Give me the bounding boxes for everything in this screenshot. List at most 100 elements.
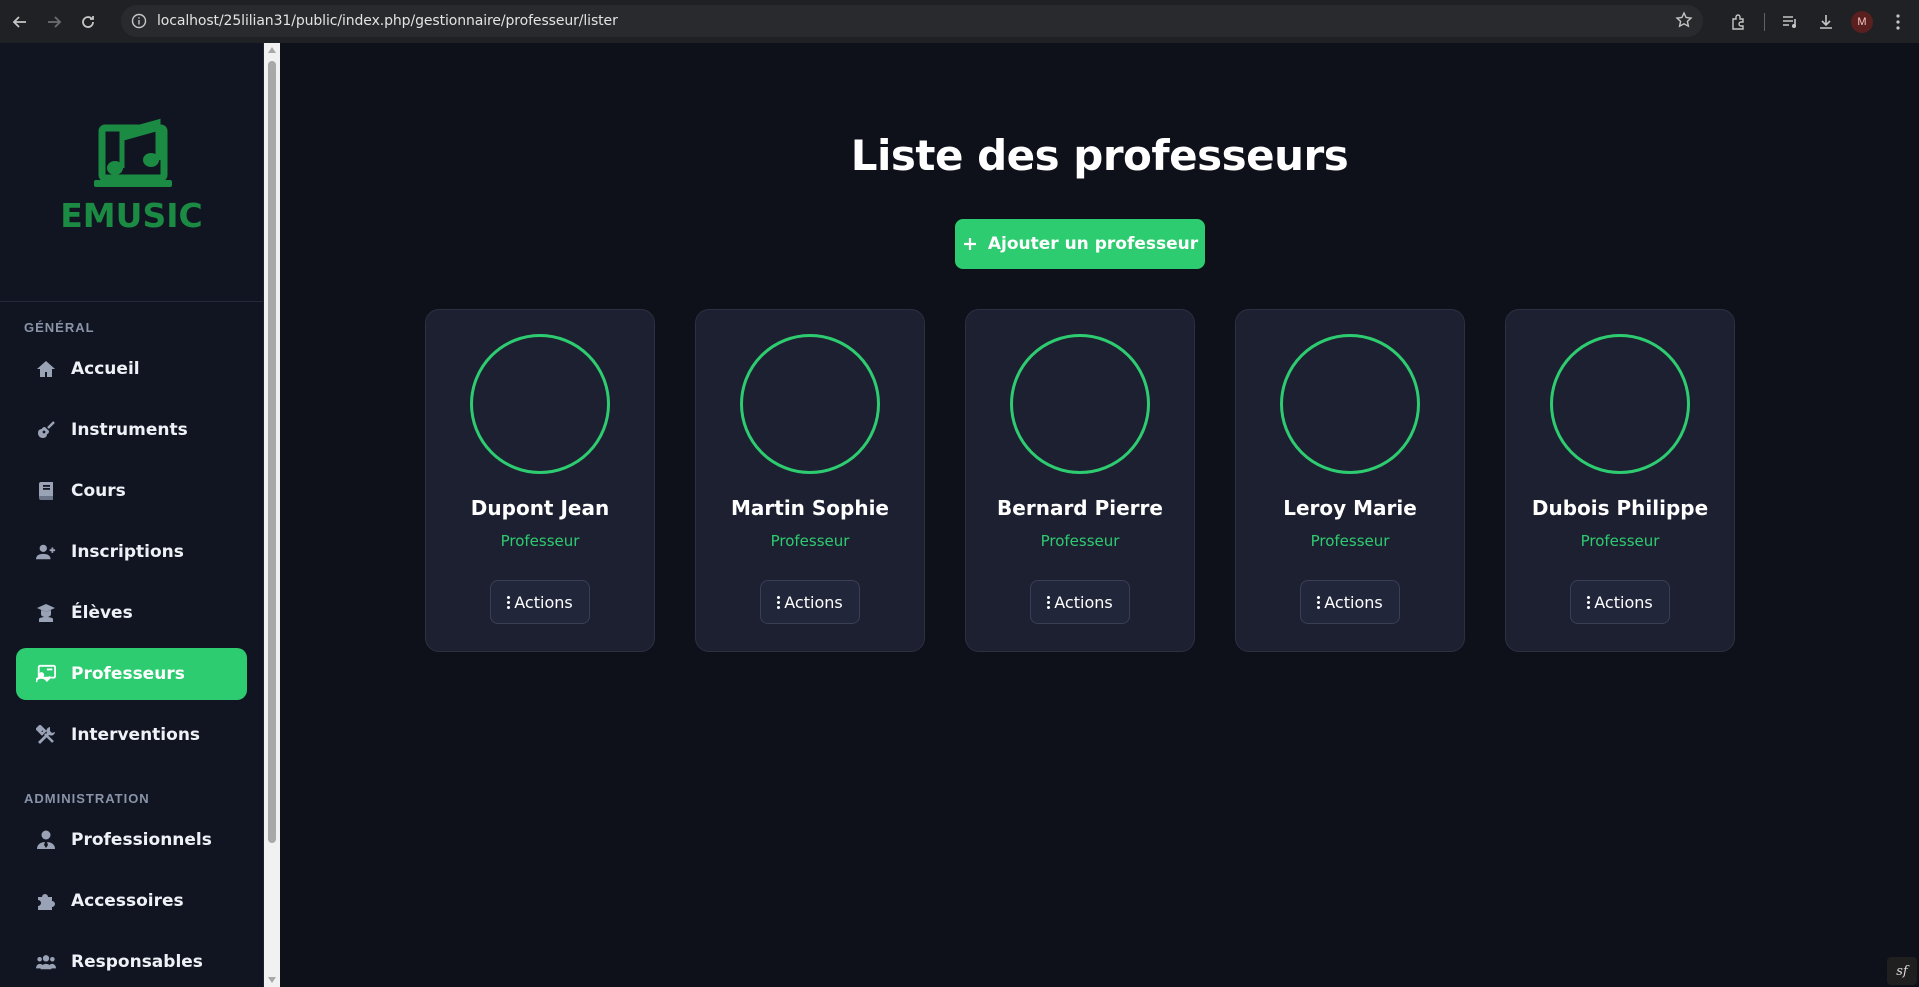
- actions-button[interactable]: Actions: [1300, 580, 1400, 624]
- sidebar-item-accessoires[interactable]: Accessoires: [16, 875, 247, 927]
- download-icon[interactable]: [1815, 11, 1837, 33]
- teacher-role: Professeur: [1310, 532, 1390, 550]
- page-title: Liste des professeurs: [850, 131, 1349, 180]
- plus-icon: [963, 238, 976, 250]
- actions-button[interactable]: Actions: [760, 580, 860, 624]
- add-teacher-button[interactable]: Ajouter un professeur: [955, 219, 1205, 269]
- sidebar-scrollbar[interactable]: [264, 43, 280, 987]
- user-tie-icon: [36, 830, 56, 850]
- actions-label: Actions: [784, 592, 843, 612]
- teacher-name: Martin Sophie: [731, 496, 889, 520]
- teacher-avatar: [470, 334, 610, 474]
- actions-label: Actions: [1324, 592, 1383, 612]
- site-info-icon[interactable]: [129, 11, 149, 31]
- vertical-dots-icon: [1317, 595, 1321, 609]
- book-icon: [36, 481, 56, 501]
- sidebar-item-inscriptions[interactable]: Inscriptions: [16, 526, 247, 578]
- profile-avatar[interactable]: M: [1851, 10, 1873, 33]
- teacher-icon: [36, 664, 56, 684]
- sidebar-item-label: Accessoires: [71, 891, 184, 911]
- teacher-role: Professeur: [770, 532, 850, 550]
- actions-label: Actions: [1594, 592, 1653, 612]
- sidebar-item-label: Responsables: [71, 952, 203, 972]
- nav-section-administration-title: ADMINISTRATION: [24, 791, 150, 806]
- teacher-name: Dupont Jean: [470, 496, 610, 520]
- nav-general: Accueil Instruments Cours Inscriptions É…: [0, 343, 263, 761]
- users-icon: [36, 952, 56, 972]
- user-plus-icon: [36, 542, 56, 562]
- teacher-card: Dupont Jean Professeur Actions: [425, 309, 655, 652]
- arrow-left-icon: [12, 15, 26, 28]
- sidebar-item-label: Professeurs: [71, 664, 185, 684]
- bookmark-star-icon[interactable]: [1675, 11, 1693, 34]
- sidebar-item-accueil[interactable]: Accueil: [16, 343, 247, 395]
- teacher-card: Martin Sophie Professeur Actions: [695, 309, 925, 652]
- scrollbar-thumb[interactable]: [268, 61, 276, 843]
- sidebar-item-label: Accueil: [71, 359, 140, 379]
- logo-text: EMUSIC: [60, 195, 203, 235]
- actions-button[interactable]: Actions: [1570, 580, 1670, 624]
- sidebar-item-label: Cours: [71, 481, 126, 501]
- sidebar-item-interventions[interactable]: Interventions: [16, 709, 247, 761]
- teacher-card-list: Dupont Jean Professeur Actions Martin So…: [425, 309, 1735, 652]
- sidebar-item-professionnels[interactable]: Professionnels: [16, 814, 247, 866]
- teacher-avatar: [1550, 334, 1690, 474]
- nav-section-general-title: GÉNÉRAL: [24, 320, 95, 335]
- teacher-name: Leroy Marie: [1283, 496, 1417, 520]
- browser-toolbar: localhost/25lilian31/public/index.php/ge…: [0, 0, 1919, 43]
- teacher-avatar: [1280, 334, 1420, 474]
- arrow-right-icon: [48, 15, 62, 28]
- vertical-dots-icon: [1047, 595, 1051, 609]
- sidebar-item-cours[interactable]: Cours: [16, 465, 247, 517]
- sidebar-item-label: Professionnels: [71, 830, 212, 850]
- actions-label: Actions: [1054, 592, 1113, 612]
- logo[interactable]: EMUSIC: [0, 43, 263, 302]
- sidebar: EMUSIC GÉNÉRAL Accueil Instruments Cours: [0, 43, 264, 987]
- toolbar-divider: [1764, 12, 1765, 31]
- media-playlist-icon[interactable]: [1779, 11, 1801, 33]
- vertical-dots-icon: [507, 595, 511, 609]
- scroll-down-arrow-icon[interactable]: [268, 977, 276, 983]
- nav-administration: Professionnels Accessoires Responsables: [0, 814, 263, 987]
- teacher-card: Dubois Philippe Professeur Actions: [1505, 309, 1735, 652]
- puzzle-icon: [36, 891, 56, 911]
- music-laptop-logo-icon: [93, 118, 172, 187]
- scroll-up-arrow-icon[interactable]: [268, 47, 276, 53]
- add-teacher-button-label: Ajouter un professeur: [987, 234, 1199, 254]
- actions-label: Actions: [514, 592, 573, 612]
- sidebar-item-professeurs[interactable]: Professeurs: [16, 648, 247, 700]
- vertical-dots-icon: [777, 595, 781, 609]
- actions-button[interactable]: Actions: [1030, 580, 1130, 624]
- teacher-avatar: [740, 334, 880, 474]
- vertical-dots-icon: [1587, 595, 1591, 609]
- teacher-avatar: [1010, 334, 1150, 474]
- teacher-role: Professeur: [1580, 532, 1660, 550]
- url-text: localhost/25lilian31/public/index.php/ge…: [157, 13, 618, 29]
- teacher-name: Dubois Philippe: [1531, 496, 1709, 520]
- symfony-debug-toolbar-icon[interactable]: sf: [1887, 957, 1917, 985]
- sidebar-item-eleves[interactable]: Élèves: [16, 587, 247, 639]
- sidebar-item-responsables[interactable]: Responsables: [16, 936, 247, 987]
- guitar-icon: [36, 420, 56, 440]
- teacher-name: Bernard Pierre: [997, 496, 1163, 520]
- home-icon: [36, 359, 56, 379]
- forward-button[interactable]: [40, 8, 68, 36]
- sidebar-item-instruments[interactable]: Instruments: [16, 404, 247, 456]
- sidebar-item-label: Inscriptions: [71, 542, 184, 562]
- back-button[interactable]: [6, 8, 34, 36]
- address-bar[interactable]: localhost/25lilian31/public/index.php/ge…: [121, 5, 1703, 37]
- menu-kebab-icon[interactable]: [1887, 11, 1909, 33]
- extensions-icon[interactable]: [1728, 11, 1750, 33]
- teacher-card: Bernard Pierre Professeur Actions: [965, 309, 1195, 652]
- sidebar-item-label: Interventions: [71, 725, 201, 745]
- reload-icon: [82, 15, 94, 28]
- actions-button[interactable]: Actions: [490, 580, 590, 624]
- teacher-card: Leroy Marie Professeur Actions: [1235, 309, 1465, 652]
- reload-button[interactable]: [74, 8, 102, 36]
- sidebar-item-label: Élèves: [71, 603, 133, 623]
- sidebar-item-label: Instruments: [71, 420, 188, 440]
- teacher-role: Professeur: [1040, 532, 1120, 550]
- tools-icon: [36, 725, 56, 745]
- main-content: Liste des professeurs Ajouter un profess…: [280, 43, 1919, 987]
- graduation-icon: [36, 603, 56, 623]
